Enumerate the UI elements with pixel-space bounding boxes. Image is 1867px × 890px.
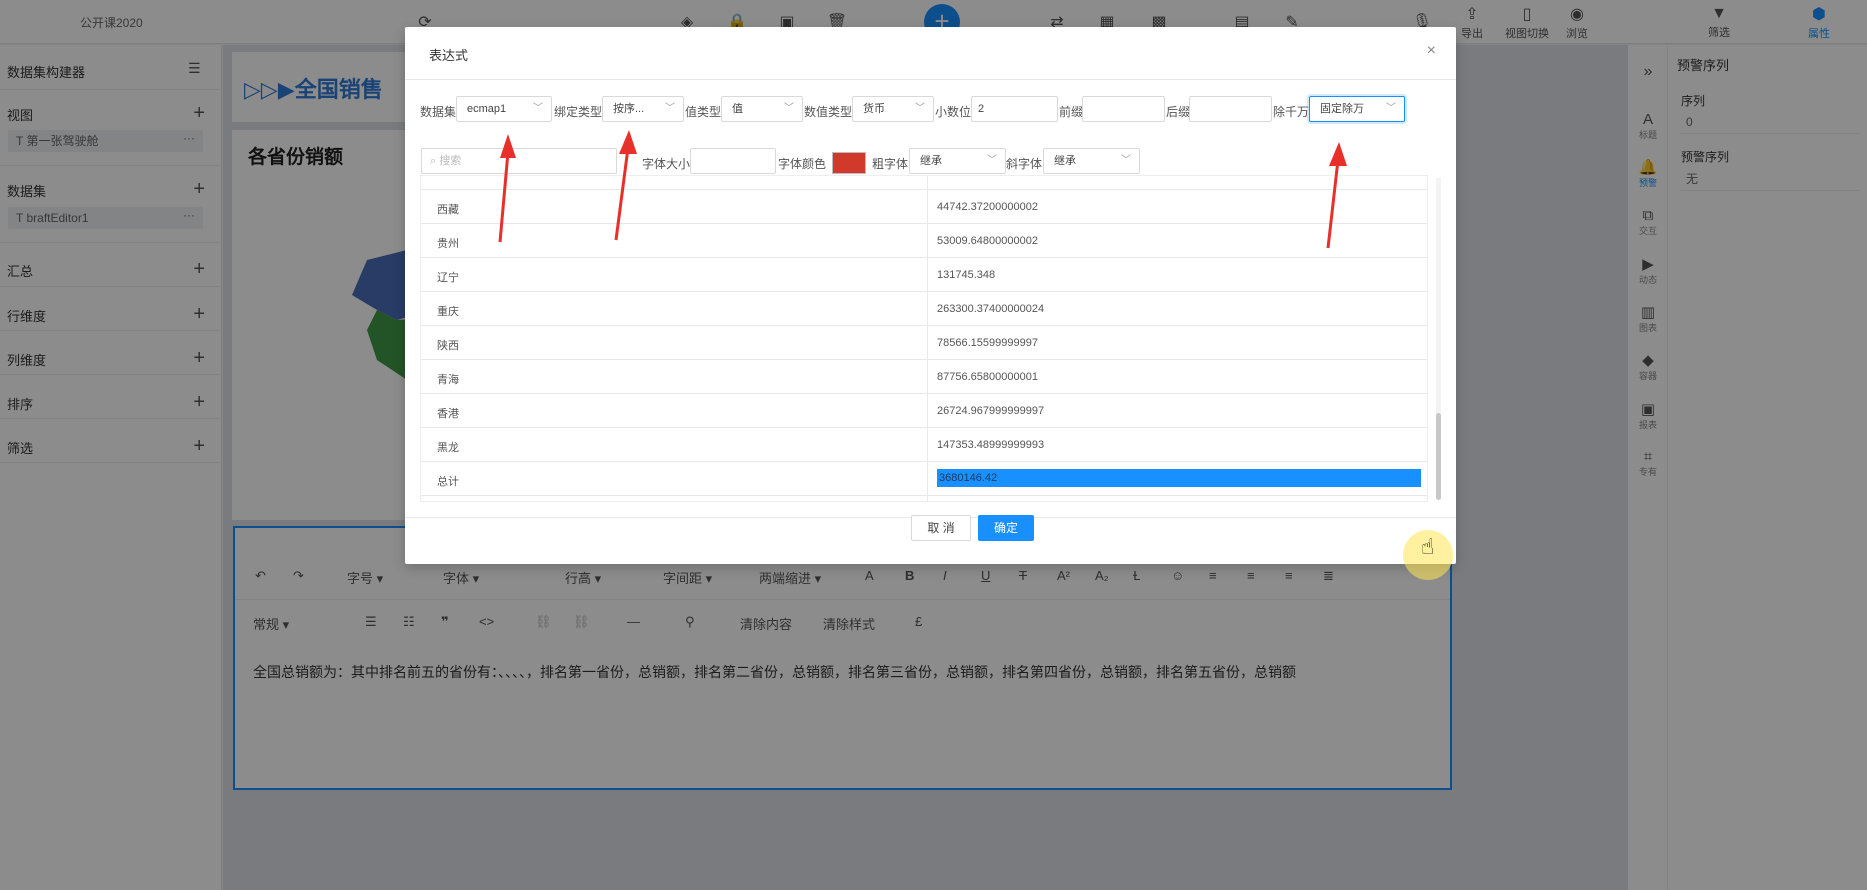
suffix-label: 后缀 <box>1166 105 1191 119</box>
bold-label: 粗字体 <box>872 157 909 171</box>
table-row[interactable]: 贵州 53009.64800000002 <box>421 224 1427 258</box>
chevron-down-icon: ﹀ <box>1386 103 1396 114</box>
dialog-title: 表达式 <box>429 48 469 63</box>
search-icon: ⌕ <box>430 155 437 167</box>
table-row[interactable]: 西藏 44742.37200000002 <box>421 190 1427 224</box>
chevron-down-icon: ﹀ <box>784 103 794 114</box>
table-row[interactable]: 陕西 78566.15599999997 <box>421 326 1427 360</box>
prefix-input[interactable] <box>1082 96 1165 122</box>
annotation-arrow-icon <box>614 130 637 241</box>
table-row[interactable]: 黑龙 147353.48999999993 <box>421 428 1427 462</box>
chevron-down-icon: ﹀ <box>1121 155 1131 166</box>
chevron-down-icon: ﹀ <box>665 103 675 114</box>
number-type-label: 数值类型 <box>804 105 853 119</box>
chevron-down-icon: ﹀ <box>987 155 997 166</box>
italic-select[interactable]: 继承 ﹀ <box>1043 148 1140 174</box>
italic-label: 斜字体 <box>1006 157 1043 171</box>
close-icon[interactable]: × <box>1427 42 1436 60</box>
table-row[interactable]: 辽宁 131745.348 <box>421 258 1427 292</box>
total-row[interactable]: 总计 3680146.42 <box>421 462 1427 496</box>
font-size-input[interactable] <box>690 148 776 174</box>
table-row[interactable]: 青海 87756.65800000001 <box>421 360 1427 394</box>
suffix-input[interactable] <box>1189 96 1272 122</box>
annotation-arrow-icon <box>1326 142 1347 249</box>
number-type-select[interactable]: 货币 ﹀ <box>852 96 934 122</box>
bind-type-select[interactable]: 按序... ﹀ <box>602 96 684 122</box>
chevron-down-icon: ﹀ <box>915 103 925 114</box>
dataset-label: 数据集 <box>420 105 457 119</box>
confirm-button[interactable]: 确定 <box>978 515 1034 541</box>
prefix-label: 前缀 <box>1059 105 1084 119</box>
divide-select[interactable]: 固定除万 ﹀ <box>1309 96 1405 122</box>
cancel-button[interactable]: 取 消 <box>911 515 971 541</box>
divide-label: 除千万 <box>1273 105 1310 119</box>
total-label: 总计 <box>437 476 459 488</box>
decimal-label: 小数位 <box>935 105 972 119</box>
value-type-label: 值类型 <box>685 105 722 119</box>
table-row[interactable]: 香港 26724.967999999997 <box>421 394 1427 428</box>
total-value-selected[interactable]: 3680146.42 <box>937 469 1421 487</box>
bold-select[interactable]: 继承 ﹀ <box>909 148 1006 174</box>
chevron-down-icon: ﹀ <box>533 103 543 114</box>
table-row[interactable]: 重庆 263300.37400000024 <box>421 292 1427 326</box>
dataset-select[interactable]: ecmap1 ﹀ <box>456 96 552 122</box>
value-type-select[interactable]: 值 ﹀ <box>721 96 803 122</box>
divider <box>405 79 1456 80</box>
decimal-input[interactable]: 2 <box>971 96 1058 122</box>
annotation-arrow-icon <box>498 134 516 243</box>
hand-cursor-icon: ☝ <box>1421 534 1435 559</box>
data-table[interactable]: 西藏 44742.37200000002 贵州 53009.64800000002 … <box>420 175 1428 502</box>
font-color-picker[interactable] <box>832 152 866 174</box>
bind-type-label: 绑定类型 <box>554 105 603 119</box>
table-scrollbar[interactable] <box>1436 178 1441 500</box>
font-color-label: 字体颜色 <box>778 157 827 171</box>
font-size-label: 字体大小 <box>642 157 691 171</box>
table-row <box>421 176 1427 190</box>
scroll-thumb[interactable] <box>1436 413 1441 500</box>
